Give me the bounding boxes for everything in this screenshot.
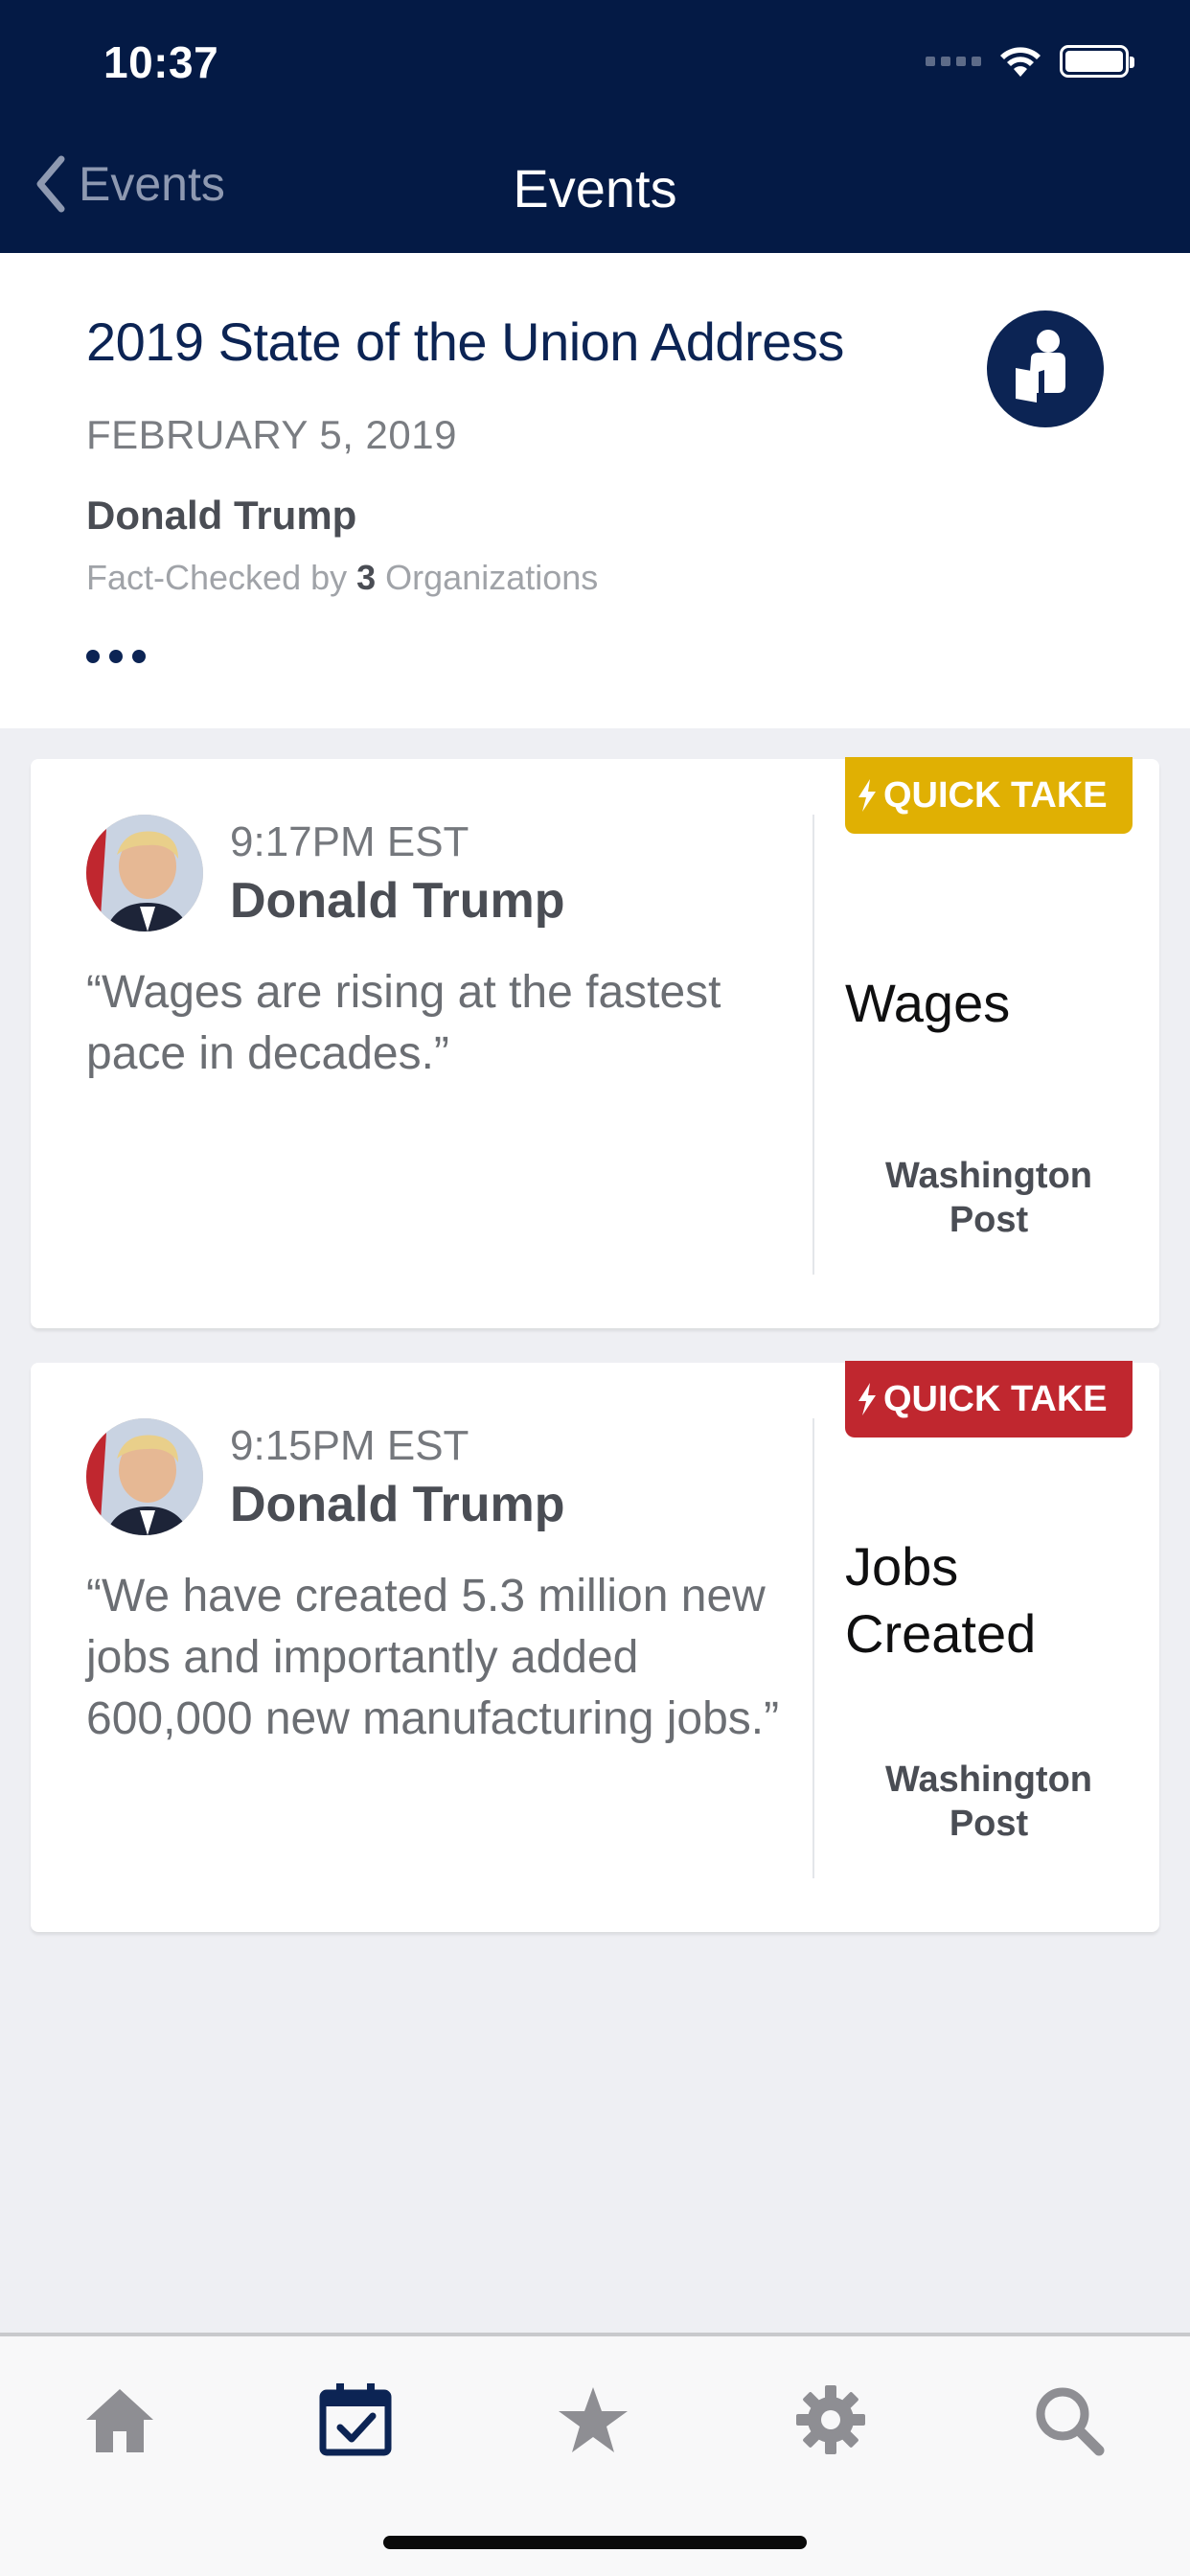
claim-quote: “We have created 5.3 million new jobs an… xyxy=(86,1571,780,1744)
top-header: 10:37 Events Events xyxy=(0,0,1190,253)
star-icon xyxy=(559,2387,628,2452)
quick-take-badge: QUICK TAKE xyxy=(845,1361,1133,1438)
speaker-avatar xyxy=(86,815,203,932)
fact-check-source: Washington Post xyxy=(885,1156,1092,1240)
status-time: 10:37 xyxy=(103,37,219,87)
quick-take-label: QUICK TAKE xyxy=(883,1378,1108,1419)
divider xyxy=(812,1418,814,1878)
status-icons xyxy=(926,44,1134,79)
battery-icon xyxy=(1060,45,1134,78)
home-indicator xyxy=(383,2536,807,2549)
tab-settings[interactable] xyxy=(788,2377,874,2463)
gear-icon xyxy=(796,2385,865,2454)
tab-search[interactable] xyxy=(1025,2377,1111,2463)
claim-speaker: Donald Trump xyxy=(230,1477,565,1532)
fact-checked-count: 3 xyxy=(356,558,377,597)
event-title: 2019 State of the Union Address xyxy=(86,311,844,372)
event-date: FEBRUARY 5, 2019 xyxy=(86,412,457,457)
fact-checked-label: Fact-Checked by 3 Organizations xyxy=(86,558,598,598)
tab-home[interactable] xyxy=(77,2377,163,2463)
claim-time: 9:15PM EST xyxy=(230,1422,469,1469)
claim-speaker: Donald Trump xyxy=(230,873,565,929)
quick-take-label: QUICK TAKE xyxy=(883,774,1108,816)
lightning-icon xyxy=(858,1383,876,1415)
claim-time: 9:17PM EST xyxy=(230,818,469,865)
lightning-icon xyxy=(858,779,876,812)
fact-checked-prefix: Fact-Checked by xyxy=(86,558,348,597)
calendar-check-icon xyxy=(319,2383,392,2456)
claim-quote: “Wages are rising at the fastest pace in… xyxy=(86,967,721,1079)
page-title: Events xyxy=(513,158,677,218)
more-options-icon[interactable] xyxy=(86,650,146,663)
claim-topic: Jobs Created xyxy=(845,1536,1037,1664)
claim-topic: Wages xyxy=(845,973,1011,1033)
divider xyxy=(812,815,814,1275)
fact-checked-suffix: Organizations xyxy=(385,558,599,597)
event-speaker: Donald Trump xyxy=(86,493,357,538)
claim-card[interactable]: 9:15PM EST Donald Trump “We have created… xyxy=(31,1361,1159,1932)
event-info-panel: 2019 State of the Union Address FEBRUARY… xyxy=(0,253,1190,728)
fact-check-source: Washington Post xyxy=(885,1760,1092,1844)
tab-favorites[interactable] xyxy=(550,2377,636,2463)
cellular-signal-icon xyxy=(926,57,981,66)
reading-person-icon[interactable] xyxy=(987,310,1104,427)
tab-events[interactable] xyxy=(312,2377,399,2463)
claim-card[interactable]: 9:17PM EST Donald Trump “Wages are risin… xyxy=(31,757,1159,1328)
speaker-avatar xyxy=(86,1418,203,1535)
home-icon xyxy=(86,2389,153,2452)
quick-take-badge: QUICK TAKE xyxy=(845,757,1133,834)
search-icon xyxy=(1036,2387,1105,2456)
wifi-icon xyxy=(1000,47,1041,77)
